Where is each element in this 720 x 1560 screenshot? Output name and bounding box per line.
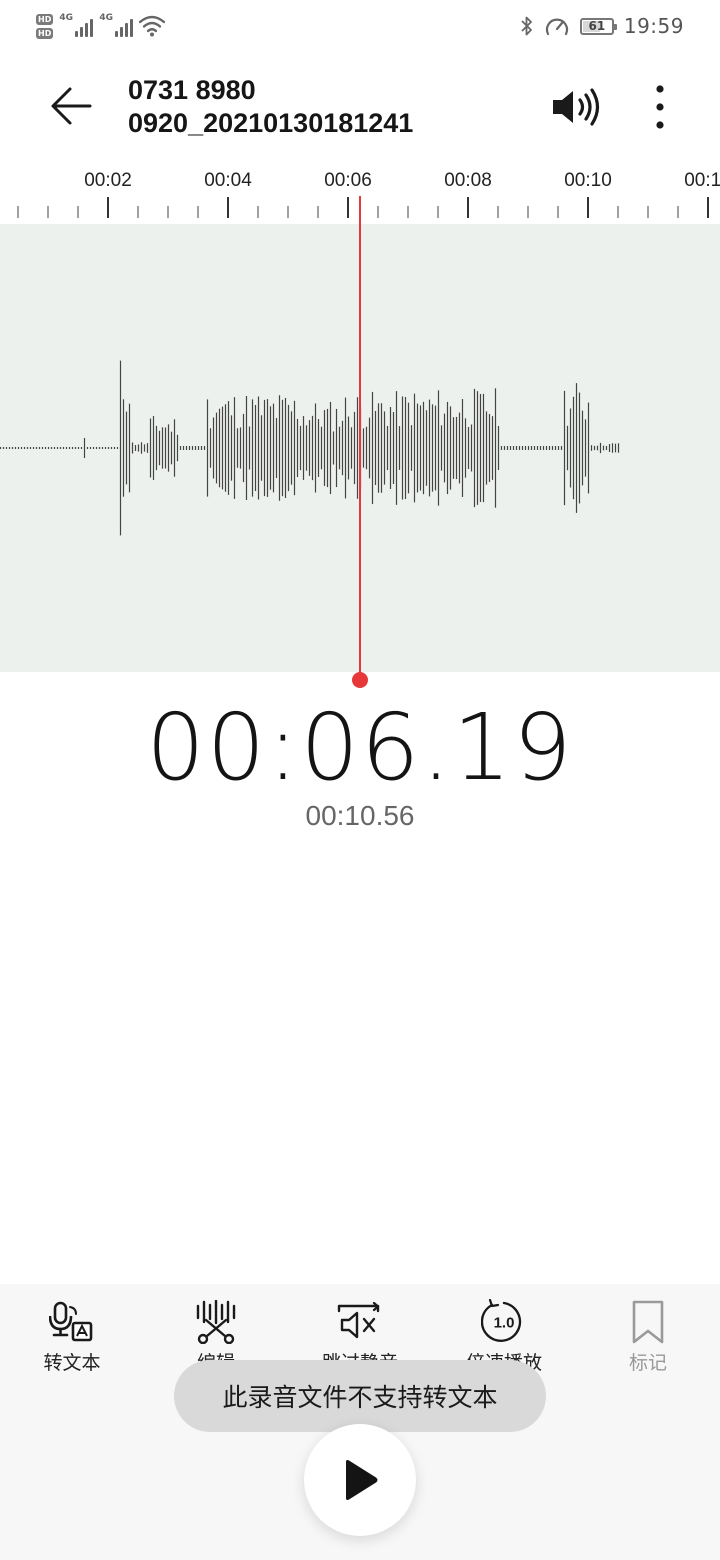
- bookmark-icon: [632, 1300, 664, 1344]
- toolbar: 0731 8980 0920_20210130181241: [0, 60, 720, 156]
- volume-button[interactable]: [540, 76, 612, 138]
- battery-level: 61: [588, 18, 606, 33]
- recorder-playback-screen: HD HD 4G 4G 61 19:59 0731 8980 0920_2021…: [0, 0, 720, 1560]
- wifi-icon: [139, 15, 166, 37]
- more-vertical-icon: [656, 85, 664, 129]
- arrow-left-icon: [51, 87, 92, 125]
- play-button[interactable]: [304, 1424, 416, 1536]
- playhead-handle[interactable]: [352, 672, 368, 688]
- toast-message: 此录音文件不支持转文本: [174, 1360, 546, 1432]
- ruler-ticks: [17, 197, 709, 218]
- speedometer-icon: [545, 18, 568, 36]
- hd-badges: HD HD: [36, 13, 54, 39]
- speed-icon: 1.0: [481, 1299, 522, 1342]
- speed-badge: 1.0: [494, 1315, 515, 1332]
- back-button[interactable]: [30, 64, 114, 148]
- play-icon: [346, 1460, 378, 1500]
- signal-icon: 4G: [99, 13, 134, 37]
- timeline-ruler[interactable]: 00:02 00:04 00:06 00:08 00:10 00:12: [0, 160, 720, 224]
- mute-skip-icon: [337, 1302, 380, 1339]
- network-type-label: 4G: [59, 13, 73, 23]
- bookmark-label: 标记: [628, 1352, 667, 1374]
- speaker-icon: [553, 88, 600, 126]
- status-left: HD HD 4G 4G: [36, 10, 166, 42]
- signal-icon: 4G: [59, 13, 94, 37]
- status-bar: HD HD 4G 4G 61 19:59: [0, 0, 720, 50]
- battery-icon: 61: [579, 17, 617, 35]
- scissors-wave-icon: [196, 1300, 236, 1344]
- waveform: [0, 360, 620, 536]
- status-right: 61 19:59: [520, 10, 684, 42]
- bookmark-button[interactable]: 标记: [576, 1296, 720, 1388]
- current-time: 00:06.19: [146, 694, 574, 801]
- more-options-button[interactable]: [630, 76, 690, 138]
- recording-title: 0731 8980 0920_20210130181241: [128, 74, 508, 140]
- title-line-2: 0920_20210130181241: [128, 108, 414, 138]
- status-time: 19:59: [623, 14, 684, 38]
- transcribe-button[interactable]: 转文本: [0, 1296, 144, 1388]
- hd-badge: HD: [36, 27, 54, 39]
- waveform-area[interactable]: [0, 224, 720, 672]
- hd-badge: HD: [36, 13, 54, 25]
- transcribe-label: 转文本: [43, 1352, 101, 1374]
- total-duration: 00:10.56: [305, 800, 415, 831]
- bluetooth-icon: [521, 16, 532, 36]
- title-line-1: 0731 8980: [128, 75, 256, 105]
- network-type-label: 4G: [99, 13, 113, 23]
- mic-text-icon: [49, 1301, 93, 1342]
